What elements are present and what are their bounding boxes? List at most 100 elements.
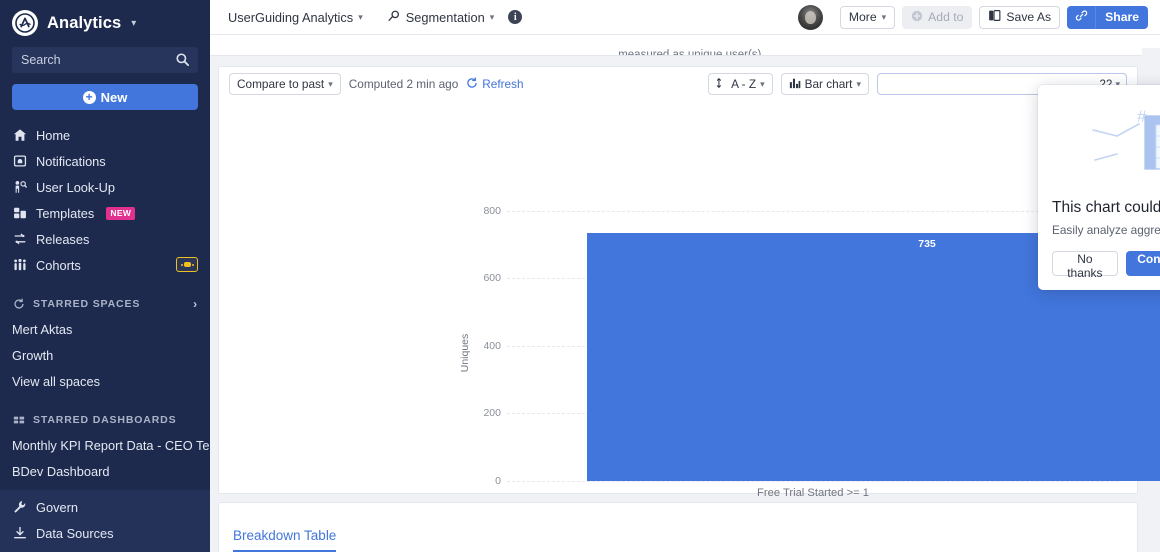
sidebar-item-cohorts[interactable]: Cohorts [0,252,210,278]
bar-chart-icon [789,77,801,92]
chart-type-button[interactable]: Bar chart ▾ [780,73,869,95]
data-table-suggestion-popover: ✕ # % [1038,85,1160,290]
sidebar-item-label: Releases [36,231,90,247]
chevron-right-icon[interactable]: › [193,297,198,311]
sort-label: A - Z [731,77,757,91]
sidebar-space-growth[interactable]: Growth [0,342,210,368]
sidebar-item-home[interactable]: Home [0,122,210,148]
computed-timestamp: Computed 2 min ago [348,77,459,91]
sidebar-item-data-sources[interactable]: Data Sources [0,520,210,546]
chevron-down-icon: ▾ [358,11,363,22]
new-button[interactable]: + New [12,84,198,110]
chevron-down-icon: ▾ [760,78,765,89]
sidebar-dashboard-monthly-kpi[interactable]: Monthly KPI Report Data - CEO Te... [0,432,210,458]
chevron-down-icon: ▾ [856,78,861,89]
y-tick: 600 [483,272,501,284]
copy-link-button[interactable] [1067,5,1097,29]
segmentation-selector[interactable]: Segmentation ▾ [387,9,495,26]
chevron-down-icon: ▾ [489,11,495,22]
no-thanks-button[interactable]: No thanks [1052,251,1118,280]
download-icon [12,526,27,541]
add-to-button[interactable]: Add to [902,5,973,29]
search-input[interactable] [12,47,198,73]
more-button[interactable]: More ▾ [839,5,896,29]
templates-icon [12,206,27,221]
sidebar-space-mert-aktas[interactable]: Mert Aktas [0,316,210,342]
user-search-icon [12,180,27,195]
sidebar-item-notifications[interactable]: Notifications [0,148,210,174]
y-tick: 0 [495,475,501,487]
sidebar-item-label: Cohorts [36,257,81,273]
sort-button[interactable]: A - Z ▾ [708,73,773,95]
analytics-logo-icon [12,10,38,36]
project-selector[interactable]: UserGuiding Analytics ▾ [228,10,363,25]
share-button[interactable]: Share [1096,5,1148,29]
chart-type-label: Bar chart [804,77,853,91]
compare-to-past-button[interactable]: Compare to past ▾ [229,73,341,95]
grid-line [507,211,1119,212]
section-starred-dashboards[interactable]: STARRED DASHBOARDS [0,408,210,432]
plus-circle-icon [911,10,923,25]
sidebar-item-govern[interactable]: Govern [0,494,210,520]
top-toolbar: UserGuiding Analytics ▾ Segmentation ▾ i… [210,0,1160,35]
convert-to-data-table-button[interactable]: Convert this chart to a data table [1125,251,1160,276]
clipped-description-text: ...measured as unique user(s) [608,49,762,56]
home-icon [12,128,27,143]
status-badge-new: NEW [106,206,136,220]
bottom-tab-row: Breakdown Table [219,503,1137,552]
x-axis-label: Free Trial Started >= 1 [757,487,869,499]
releases-icon [12,232,27,247]
sidebar-view-all-spaces[interactable]: View all spaces [0,368,210,394]
info-icon[interactable]: i [508,10,523,24]
share-label: Share [1105,10,1139,24]
segmentation-icon [387,9,401,26]
sidebar-item-label: Templates [36,205,95,221]
popover-actions: No thanks Convert this chart to a data t… [1052,251,1160,280]
sidebar-item-releases[interactable]: Releases [0,226,210,252]
chevron-down-icon: ▾ [881,11,887,22]
app-root: Analytics ▾ + New Home [0,0,1160,552]
search-container [12,47,198,73]
y-tick: 200 [483,407,501,419]
y-axis-ticks: 800 600 400 200 0 [467,101,501,493]
bell-box-icon [12,154,27,169]
plus-circle-icon: + [82,90,96,104]
chevron-down-icon: ▾ [328,78,333,89]
sidebar-item-label: Notifications [36,153,106,169]
dashboard-grid-icon [12,414,25,427]
chart-card: Compare to past ▾ Computed 2 min ago Ref… [218,66,1160,547]
more-label: More [848,10,877,24]
sidebar-item-label: Home [36,127,71,143]
section-title: STARRED SPACES [33,298,141,310]
project-name: UserGuiding Analytics [228,9,354,25]
sidebar: Analytics ▾ + New Home [0,0,210,552]
sidebar-item-label: Data Sources [36,525,114,541]
new-button-label: New [100,89,128,105]
add-to-label: Add to [928,10,964,24]
section-title: STARRED DASHBOARDS [33,414,177,426]
avatar[interactable] [797,4,823,30]
brand[interactable]: Analytics ▾ [0,0,210,44]
sidebar-item-user-look-up[interactable]: User Look-Up [0,174,210,200]
y-tick: 800 [483,205,501,217]
sidebar-dashboard-bdev[interactable]: BDev Dashboard [0,458,210,484]
y-tick: 400 [483,340,501,352]
chevron-down-icon[interactable]: ▾ [131,18,136,29]
brand-name: Analytics [47,13,122,32]
sidebar-item-label: Govern [36,499,78,515]
refresh-button[interactable]: Refresh [466,76,524,92]
search-icon[interactable] [175,52,190,67]
popover-subtitle: Easily analyze aggregated results. [1052,223,1160,237]
section-starred-spaces[interactable]: STARRED SPACES › [0,292,210,316]
sidebar-item-templates[interactable]: Templates NEW [0,200,210,226]
cohorts-credit-badge-icon [176,257,198,272]
chart-plot: Uniques 800 600 400 200 0 735 Free Trial… [219,101,1160,547]
refresh-icon [466,76,478,92]
save-as-button[interactable]: Save As [979,5,1061,29]
bottom-panel: Breakdown Table [218,502,1138,552]
refresh-circle-icon [12,298,25,311]
tab-breakdown-table[interactable]: Breakdown Table [233,528,337,552]
save-as-icon [988,9,1001,25]
grid-line [507,481,1119,482]
chart-toolbar: Compare to past ▾ Computed 2 min ago Ref… [219,67,1137,101]
